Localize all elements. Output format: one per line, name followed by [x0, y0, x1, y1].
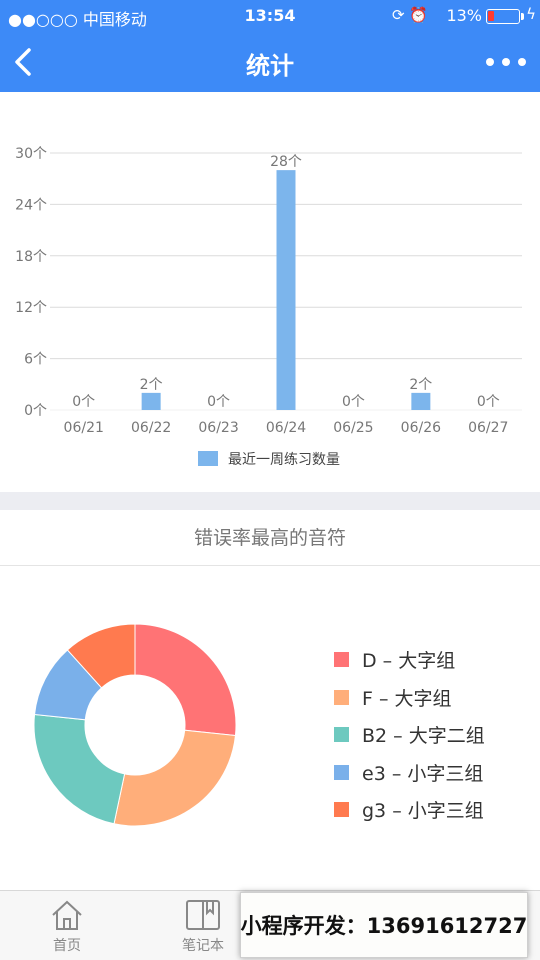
bar-value-label: 0个	[477, 394, 500, 410]
x-tick-label: 06/22	[131, 420, 171, 436]
status-bar: ●●○○○ 中国移动 13:54 ⟳ ⏰ 13% ϟ	[0, 0, 540, 32]
legend-label: D – 大字组	[362, 650, 456, 673]
y-tick-label: 6个	[24, 352, 47, 368]
y-tick-label: 0个	[24, 403, 47, 419]
promo-banner: 小程序开发：13691612727	[240, 892, 528, 958]
bar	[141, 392, 161, 410]
bar-value-label: 2个	[140, 377, 163, 393]
bar-chart: 0个 6个 12个 18个 24个 30个 0个 06/21 2个 06/22 0个 06/23 28个…	[0, 92, 540, 492]
legend-label: B2 – 大字二组	[362, 725, 485, 748]
page-title: 统计	[246, 52, 294, 80]
legend-item: g3 – 小字三组	[334, 791, 485, 829]
battery-icon	[486, 9, 520, 24]
legend-item: e3 – 小字三组	[334, 754, 485, 792]
legend-swatch	[334, 802, 349, 818]
more-dot-icon	[486, 58, 494, 66]
legend-swatch	[334, 652, 349, 668]
bar-value-label: 2个	[409, 377, 432, 393]
home-icon	[52, 900, 82, 930]
bar	[276, 170, 296, 410]
y-tick-label: 24个	[15, 197, 47, 213]
bar-value-label: 0个	[207, 394, 230, 410]
legend-swatch	[198, 451, 218, 466]
more-button[interactable]	[486, 44, 526, 80]
legend-label: F – 大字组	[362, 687, 452, 710]
battery-tip	[521, 13, 524, 20]
bar-chart-svg: 0个 6个 12个 18个 24个 30个 0个 06/21 2个 06/22 0个 06/23 28个…	[15, 146, 522, 468]
y-tick-label: 18个	[15, 249, 47, 265]
bar-value-label: 0个	[72, 394, 95, 410]
more-dot-icon	[518, 58, 526, 66]
charging-icon: ϟ	[526, 5, 536, 23]
legend-swatch	[334, 727, 349, 743]
donut-slice	[134, 623, 237, 737]
donut-legend: D – 大字组 F – 大字组 B2 – 大字二组 e3 – 小字三组 g3 – 小字三…	[334, 641, 485, 829]
tab-notebook-label: 笔记本	[182, 938, 224, 954]
legend-swatch	[334, 764, 349, 780]
bar	[411, 392, 431, 410]
legend-swatch	[334, 689, 349, 705]
legend-label: e3 – 小字三组	[362, 762, 484, 785]
donut-chart: D – 大字组 F – 大字组 B2 – 大字二组 e3 – 小字三组 g3 – 小字三…	[0, 567, 540, 889]
nav-bar: 统计	[0, 32, 540, 92]
x-tick-label: 06/23	[198, 420, 238, 436]
legend-item: F – 大字组	[334, 679, 485, 717]
tab-notebook[interactable]: 笔记本	[158, 899, 248, 955]
section-divider	[0, 492, 540, 510]
tab-home[interactable]: 首页	[22, 899, 112, 955]
tab-home-label: 首页	[53, 938, 81, 954]
legend-label: g3 – 小字三组	[362, 800, 484, 823]
legend-label: 最近一周练习数量	[228, 452, 340, 468]
bar-value-label: 28个	[270, 154, 302, 170]
y-tick-label: 12个	[15, 300, 47, 316]
donut-chart-svg	[33, 623, 237, 827]
bar-value-label: 0个	[342, 394, 365, 410]
donut-slice	[113, 729, 236, 827]
legend-item: B2 – 大字二组	[334, 716, 485, 754]
donut-slice	[33, 713, 126, 825]
battery-percentage: 13%	[446, 6, 482, 25]
legend-item: D – 大字组	[334, 641, 485, 679]
x-tick-label: 06/24	[266, 420, 306, 436]
notebook-icon	[186, 900, 220, 930]
x-tick-label: 06/26	[401, 420, 441, 436]
y-tick-label: 30个	[15, 146, 47, 162]
status-icons: ⟳ ⏰	[391, 6, 428, 24]
x-tick-label: 06/21	[64, 420, 104, 436]
x-tick-label: 06/27	[468, 420, 508, 436]
donut-section-title: 错误率最高的音符	[0, 510, 540, 566]
more-dot-icon	[502, 58, 510, 66]
x-tick-label: 06/25	[333, 420, 373, 436]
